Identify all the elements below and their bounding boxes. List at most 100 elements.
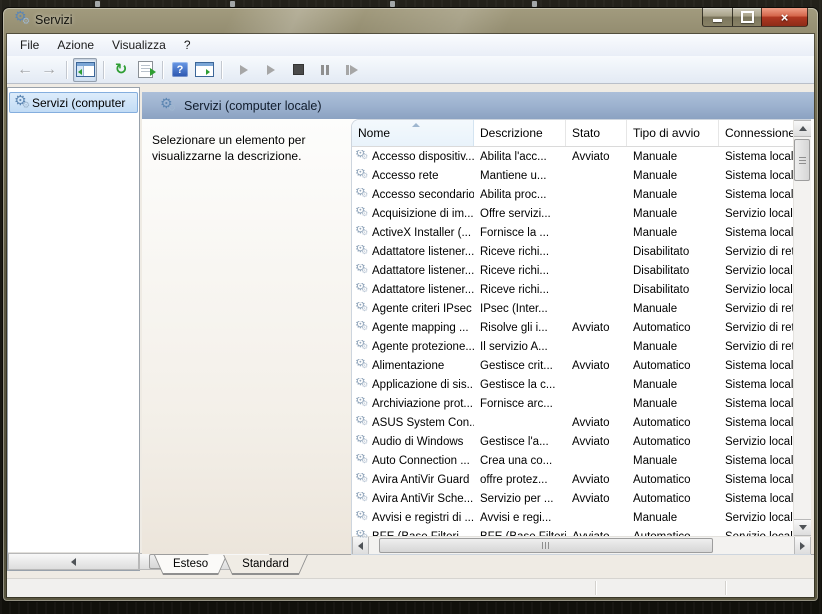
sidebar-item-servizi[interactable]: ⚙⚙ Servizi (computer — [9, 92, 138, 113]
menu-visualizza[interactable]: Visualizza — [103, 35, 175, 55]
service-list: ⚙⚙ Accesso dispositiv... Abilita l'acc..… — [352, 147, 793, 538]
resume-service-button[interactable] — [260, 59, 282, 81]
column-header-descrizione[interactable]: Descrizione — [474, 120, 566, 146]
menu-help[interactable]: ? — [175, 35, 200, 55]
desktop-artifact — [390, 1, 395, 7]
desktop-artifact — [95, 1, 100, 7]
scroll-left-icon — [358, 542, 363, 550]
titlebar[interactable]: ⚙ ⚙ Servizi × — [3, 8, 818, 34]
service-description: Avvisi e regi... — [474, 512, 566, 524]
service-name: Applicazione di sis... — [372, 379, 474, 391]
horizontal-scrollbar — [352, 536, 811, 554]
minimize-button[interactable] — [702, 8, 732, 27]
service-logon-as: Servizio di rete — [719, 246, 793, 258]
forward-button[interactable]: → — [38, 59, 60, 81]
column-header-connessione[interactable]: Connessione — [719, 120, 793, 146]
service-description: Servizio per ... — [474, 493, 566, 505]
tab-esteso[interactable]: Esteso — [154, 555, 227, 575]
service-startup-type: Automatico — [627, 360, 719, 372]
service-gear-icon: ⚙⚙ — [355, 340, 369, 354]
refresh-button[interactable]: ↻ — [110, 59, 132, 81]
table-row[interactable]: ⚙⚙ Alimentazione Gestisce crit... Avviat… — [352, 356, 793, 375]
table-row[interactable]: ⚙⚙ Accesso rete Mantiene u... Manuale — [352, 166, 793, 185]
show-action-pane-button[interactable] — [193, 59, 215, 81]
window-title: Servizi — [35, 13, 73, 27]
service-startup-type: Automatico — [627, 493, 719, 505]
scrollbar-track[interactable] — [794, 181, 811, 519]
back-button[interactable]: ← — [14, 59, 36, 81]
scroll-left-icon — [71, 558, 76, 566]
table-row[interactable]: ⚙⚙ Agente criteri IPsec IPsec (Inter... … — [352, 299, 793, 318]
column-header-tipo-di-avvio[interactable]: Tipo di avvio — [627, 120, 719, 146]
service-gear-icon: ⚙⚙ — [355, 245, 369, 259]
table-row[interactable]: ⚙⚙ Adattatore listener... Riceve richi..… — [352, 261, 793, 280]
service-name: Alimentazione — [372, 360, 444, 372]
scrollbar-track[interactable] — [369, 537, 794, 554]
table-row[interactable]: ⚙⚙ Adattatore listener... Riceve richi..… — [352, 280, 793, 299]
help-button[interactable]: ? — [169, 59, 191, 81]
table-row[interactable]: ⚙⚙ Avira AntiVir Guard offre protez... A… — [352, 470, 793, 489]
scroll-up-icon — [799, 126, 807, 131]
service-startup-type: Automatico — [627, 417, 719, 429]
statusbar-divider — [725, 581, 726, 595]
scrollbar-thumb[interactable] — [794, 139, 810, 181]
stop-service-button[interactable] — [287, 59, 309, 81]
services-app-icon: ⚙ ⚙ — [14, 12, 28, 26]
service-description: Crea una co... — [474, 455, 566, 467]
column-header-stato[interactable]: Stato — [566, 120, 627, 146]
service-description: Mantiene u... — [474, 170, 566, 182]
refresh-icon: ↻ — [115, 62, 128, 77]
close-button[interactable]: × — [761, 8, 808, 27]
scroll-left-button[interactable] — [8, 553, 139, 570]
service-name: Avira AntiVir Sche... — [372, 493, 473, 505]
maximize-button[interactable] — [732, 8, 761, 27]
service-status: Avviato — [566, 322, 627, 334]
minimize-icon — [713, 19, 722, 22]
scroll-down-button[interactable] — [794, 519, 811, 536]
start-service-button[interactable] — [233, 59, 255, 81]
service-startup-type: Manuale — [627, 512, 719, 524]
table-row[interactable]: ⚙⚙ Accesso dispositiv... Abilita l'acc..… — [352, 147, 793, 166]
service-logon-as: Servizio locale — [719, 512, 793, 524]
tab-standard[interactable]: Standard — [223, 555, 308, 575]
table-row[interactable]: ⚙⚙ Accesso secondario Abilita proc... Ma… — [352, 185, 793, 204]
scroll-right-button[interactable] — [794, 537, 811, 554]
service-startup-type: Manuale — [627, 455, 719, 467]
service-name: ASUS System Con... — [372, 417, 474, 429]
client-area: File Azione Visualizza ? ← → ↻ ? — [7, 34, 814, 597]
table-row[interactable]: ⚙⚙ Avira AntiVir Sche... Servizio per ..… — [352, 489, 793, 508]
table-row[interactable]: ⚙⚙ Archiviazione prot... Fornisce arc...… — [352, 394, 793, 413]
table-row[interactable]: ⚙⚙ Avvisi e registri di ... Avvisi e reg… — [352, 508, 793, 527]
table-row[interactable]: ⚙⚙ Agente protezione... Il servizio A...… — [352, 337, 793, 356]
table-row[interactable]: ⚙⚙ Adattatore listener... Riceve richi..… — [352, 242, 793, 261]
table-row[interactable]: ⚙⚙ Audio di Windows Gestisce l'a... Avvi… — [352, 432, 793, 451]
service-name: Accesso secondario — [372, 189, 474, 201]
table-row[interactable]: ⚙⚙ ActiveX Installer (... Fornisce la ..… — [352, 223, 793, 242]
menu-file[interactable]: File — [11, 35, 48, 55]
services-header-icon: ⚙⚙ — [160, 99, 174, 113]
restart-service-button[interactable] — [341, 59, 363, 81]
export-list-button[interactable] — [134, 59, 156, 81]
service-name: Acquisizione di im... — [372, 208, 474, 220]
scroll-up-button[interactable] — [794, 120, 811, 137]
pause-service-button[interactable] — [314, 59, 336, 81]
table-row[interactable]: ⚙⚙ Agente mapping ... Risolve gli i... A… — [352, 318, 793, 337]
service-startup-type: Manuale — [627, 303, 719, 315]
table-row[interactable]: ⚙⚙ ASUS System Con... Avviato Automatico — [352, 413, 793, 432]
service-gear-icon: ⚙⚙ — [355, 150, 369, 164]
table-row[interactable]: ⚙⚙ Applicazione di sis... Gestisce la c.… — [352, 375, 793, 394]
scrollbar-thumb[interactable] — [379, 538, 713, 553]
column-header-nome[interactable]: Nome — [352, 120, 474, 146]
view-body: Selezionare un elemento per visualizzarn… — [142, 119, 814, 554]
table-row[interactable]: ⚙⚙ Acquisizione di im... Offre servizi..… — [352, 204, 793, 223]
service-logon-as: Sistema locale — [719, 170, 793, 182]
service-gear-icon: ⚙⚙ — [355, 169, 369, 183]
menu-azione[interactable]: Azione — [48, 35, 103, 55]
scroll-left-button[interactable] — [352, 537, 369, 554]
service-name: Adattatore listener... — [372, 284, 474, 296]
table-row[interactable]: ⚙⚙ Auto Connection ... Crea una co... Ma… — [352, 451, 793, 470]
service-status: Avviato — [566, 151, 627, 163]
service-startup-type: Manuale — [627, 341, 719, 353]
show-console-tree-button[interactable] — [73, 58, 97, 82]
service-description: Abilita proc... — [474, 189, 566, 201]
